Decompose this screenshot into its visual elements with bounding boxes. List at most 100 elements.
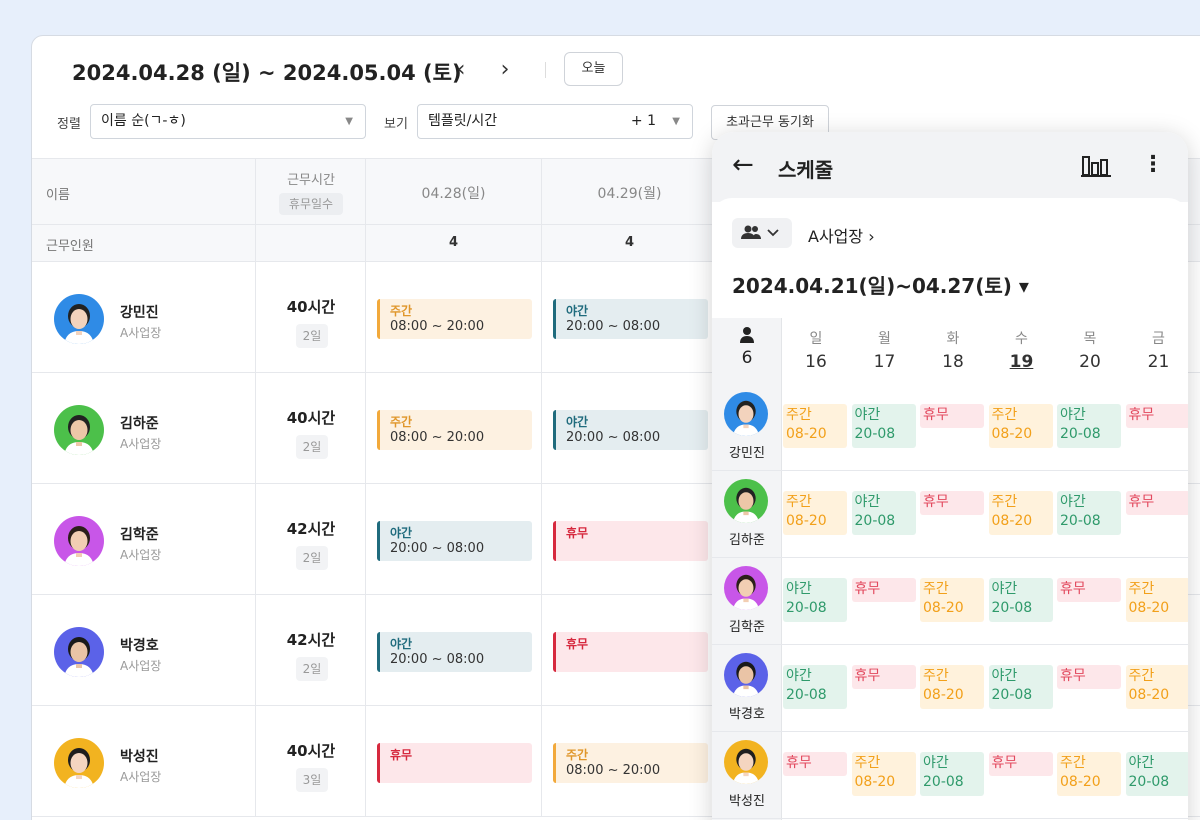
avatar: [724, 566, 768, 610]
prev-week-button[interactable]: ‹: [451, 58, 471, 82]
panel-shift[interactable]: 주간 08-20: [988, 491, 1053, 535]
panel-shift-type: 야간: [854, 494, 881, 510]
panel-shift-time: 08-20: [786, 513, 827, 529]
panel-row: 박성진 휴무 주간 08-20 야간 20-08 휴무 주간 08-20 야간 20-08: [712, 732, 1188, 819]
panel-shift-type: 주간: [786, 407, 812, 423]
panel-shift[interactable]: 야간 20-08: [920, 752, 984, 796]
site-selector[interactable]: A사업장 ›: [808, 223, 875, 247]
sort-select[interactable]: 이름 순(ㄱ-ㅎ) ▼: [90, 104, 366, 139]
panel-shift-type: 야간: [854, 407, 881, 423]
panel-shift[interactable]: 휴무: [851, 578, 916, 602]
panel-shift[interactable]: 휴무: [988, 752, 1053, 776]
more-menu-icon[interactable]: ⋮: [1142, 152, 1164, 178]
panel-shift-time: 08-20: [786, 426, 827, 442]
panel-shift-type: 휴무: [923, 407, 949, 423]
panel-shift[interactable]: 주간 08-20: [1125, 665, 1188, 709]
weekday-label: 수: [1015, 331, 1028, 347]
panel-shift[interactable]: 야간 20-08: [783, 578, 847, 622]
panel-shift[interactable]: 주간 08-20: [920, 665, 984, 709]
panel-shift[interactable]: 주간 08-20: [1057, 752, 1121, 796]
panel-shift[interactable]: 주간 08-20: [783, 404, 847, 448]
panel-row: 김하준 주간 08-20 야간 20-08 휴무 주간 08-20 야간 20-08 휴무: [712, 471, 1188, 558]
work-hours: 40시간: [286, 742, 336, 760]
panel-shift-time: 20-08: [991, 687, 1033, 703]
view-select[interactable]: 템플릿/시간 + 1 ▼: [417, 104, 693, 139]
panel-shift[interactable]: 휴무: [783, 752, 847, 776]
panel-shift[interactable]: 주간 08-20: [920, 578, 984, 622]
shift-block[interactable]: 주간 08:00 ~ 20:00: [377, 410, 532, 450]
panel-shift-type: 야간: [1060, 407, 1086, 423]
shift-block[interactable]: 야간 20:00 ~ 08:00: [377, 521, 532, 561]
day-header: 04.28(일): [421, 186, 486, 202]
days-off-badge: 2일: [296, 546, 328, 570]
shift-block[interactable]: 주간 08:00 ~ 20:00: [553, 743, 708, 783]
panel-day-header[interactable]: 금 21: [1125, 318, 1189, 372]
days-off-badge: 2일: [296, 657, 328, 681]
shift-block[interactable]: 야간 20:00 ~ 08:00: [377, 632, 532, 672]
panel-shift[interactable]: 야간 20-08: [783, 665, 847, 709]
worker-count: 4: [448, 235, 459, 250]
shift-block[interactable]: 휴무: [553, 632, 708, 672]
chevron-down-icon: ▼: [345, 116, 353, 127]
col-days-off-header: 휴무일수: [279, 193, 343, 215]
panel-row: 박경호 야간 20-08 휴무 주간 08-20 야간 20-08 휴무 주간 08-20: [712, 645, 1188, 732]
panel-shift[interactable]: 휴무: [920, 404, 984, 428]
panel-date-range[interactable]: 2024.04.21(일)~04.27(토) ▾: [732, 270, 1029, 299]
sort-label: 정렬: [57, 117, 81, 132]
days-off-badge: 2일: [296, 324, 328, 348]
shift-block[interactable]: 야간 20:00 ~ 08:00: [553, 410, 708, 450]
panel-shift[interactable]: 휴무: [1125, 491, 1188, 515]
date-range-title: 2024.04.28 (일) ~ 2024.05.04 (토): [72, 61, 462, 85]
work-hours: 40시간: [286, 298, 336, 316]
shift-time: 08:00 ~ 20:00: [390, 319, 485, 334]
panel-shift[interactable]: 야간 20-08: [1057, 491, 1121, 535]
panel-shift[interactable]: 휴무: [1125, 404, 1188, 428]
date-label: 18: [942, 352, 964, 372]
panel-shift[interactable]: 휴무: [1057, 665, 1121, 689]
panel-shift[interactable]: 휴무: [920, 491, 984, 515]
panel-employee-name: 김하준: [729, 533, 765, 548]
shift-block[interactable]: 야간 20:00 ~ 08:00: [553, 299, 708, 339]
shift-block[interactable]: 주간 08:00 ~ 20:00: [377, 299, 532, 339]
avatar: [54, 294, 104, 344]
group-select-button[interactable]: [732, 218, 792, 248]
workers-label: 근무인원: [46, 239, 94, 254]
panel-employee-name: 김학준: [729, 620, 765, 635]
shift-type: 휴무: [566, 526, 589, 540]
panel-shift[interactable]: 야간 20-08: [1125, 752, 1188, 796]
panel-shift[interactable]: 야간 20-08: [851, 404, 916, 448]
panel-day-header[interactable]: 화 18: [919, 318, 987, 372]
panel-day-header[interactable]: 목 20: [1056, 318, 1124, 372]
employee-name: 박성진: [120, 749, 159, 765]
panel-shift-time: 08-20: [923, 600, 964, 616]
panel-day-header[interactable]: 월 17: [851, 318, 919, 372]
bar-chart-icon[interactable]: [1081, 154, 1111, 178]
panel-shift[interactable]: 야간 20-08: [988, 665, 1053, 709]
shift-block[interactable]: 휴무: [553, 521, 708, 561]
panel-shift[interactable]: 주간 08-20: [988, 404, 1053, 448]
panel-shift[interactable]: 휴무: [1057, 578, 1121, 602]
back-arrow-icon[interactable]: ←: [732, 150, 754, 180]
weekday-label: 목: [1083, 331, 1097, 347]
panel-shift[interactable]: 주간 08-20: [851, 752, 916, 796]
today-button[interactable]: 오늘: [564, 52, 623, 86]
panel-shift[interactable]: 주간 08-20: [783, 491, 847, 535]
panel-day-header[interactable]: 일 16: [782, 318, 850, 372]
shift-time: 08:00 ~ 20:00: [390, 430, 485, 445]
panel-row: 강민진 주간 08-20 야간 20-08 휴무 주간 08-20 야간 20-08 휴무: [712, 384, 1188, 471]
panel-shift[interactable]: 휴무: [851, 665, 916, 689]
weekday-label: 월: [878, 331, 891, 347]
panel-shift[interactable]: 주간 08-20: [1125, 578, 1188, 622]
panel-shift-type: 야간: [991, 668, 1018, 684]
work-hours: 40시간: [286, 409, 336, 427]
employee-name: 강민진: [120, 305, 159, 321]
panel-shift[interactable]: 야간 20-08: [851, 491, 916, 535]
next-week-button[interactable]: ›: [495, 58, 515, 82]
panel-shift[interactable]: 야간 20-08: [988, 578, 1053, 622]
shift-block[interactable]: 휴무: [377, 743, 532, 783]
chevron-down-icon: ▼: [672, 116, 680, 127]
panel-shift-type: 휴무: [786, 755, 812, 771]
panel-shift-type: 야간: [1128, 755, 1155, 771]
panel-shift[interactable]: 야간 20-08: [1057, 404, 1121, 448]
panel-day-header[interactable]: 수 19: [988, 318, 1056, 372]
